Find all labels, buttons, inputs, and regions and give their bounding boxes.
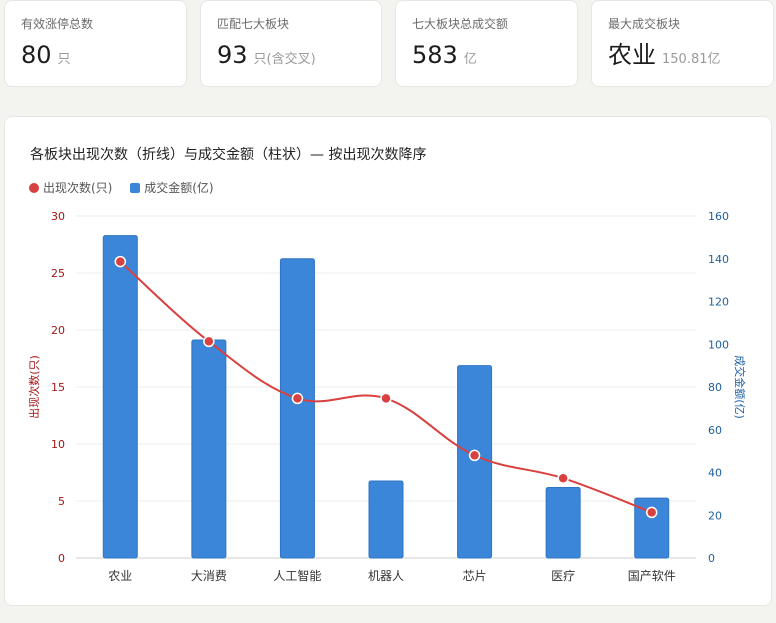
line-point [203,335,215,348]
line-point [557,472,569,484]
y-right-tick-label: 80 [708,381,722,394]
y-right-tick-label: 120 [708,296,729,309]
y-left-tick-label: 30 [51,210,65,223]
line-point [645,506,658,519]
y-right-tick-label: 20 [708,509,722,522]
x-tick-label: 国产软件 [628,569,676,583]
x-tick-label: 医疗 [551,569,575,583]
y-right-axis-title: 成交金额(亿) [733,355,747,419]
bar [545,486,581,559]
y-left-tick-label: 15 [51,381,65,394]
x-tick-label: 农业 [108,569,132,583]
x-tick-label: 人工智能 [273,568,321,583]
y-left-tick-label: 20 [51,324,65,337]
y-left-tick-label: 25 [51,267,65,280]
line-point [291,392,304,405]
line-point [114,255,127,268]
y-right-tick-label: 0 [708,552,715,565]
y-right-tick-label: 100 [708,338,729,351]
y-right-tick-label: 60 [708,424,722,437]
y-left-tick-label: 5 [58,495,65,508]
bar [368,480,404,559]
bar [102,235,138,559]
x-tick-label: 芯片 [463,569,487,583]
y-left-tick-label: 10 [51,438,65,451]
x-tick-label: 大消费 [191,569,227,583]
y-right-tick-label: 140 [708,253,729,266]
line-point [468,449,481,462]
combo-chart: 0 5 10 15 20 25 30 0 20 40 60 80 100 120 140 160 出现次数(只)… [27,210,747,583]
x-tick-label: 机器人 [368,569,404,583]
line-point [380,392,392,405]
y-right-tick-label: 160 [708,210,729,223]
y-left-axis-title: 出现次数(只) [27,355,41,419]
bar [191,339,227,559]
y-right-tick-label: 40 [708,467,722,480]
bar [457,365,493,559]
bar [279,258,315,559]
y-left-tick-label: 0 [58,552,65,565]
